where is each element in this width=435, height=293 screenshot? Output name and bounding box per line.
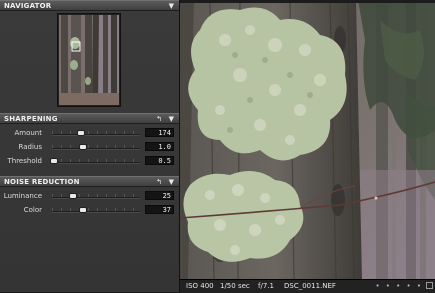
luminance-value[interactable]: 25 [145, 191, 174, 200]
filename-readout: DSC_0011.NEF [284, 282, 336, 290]
threshold-slider[interactable] [52, 162, 140, 164]
triangle-down-icon[interactable]: ▼ [169, 1, 174, 11]
amount-label: Amount [14, 129, 42, 137]
luminance-slider[interactable] [52, 197, 140, 199]
color-value[interactable]: 37 [145, 205, 174, 214]
triangle-down-icon[interactable]: ▼ [169, 177, 174, 187]
aperture-readout: f/7.1 [258, 282, 274, 290]
photo-lichen-on-tree [180, 0, 435, 280]
triangle-down-icon[interactable]: ▼ [169, 114, 174, 124]
thumbnail-image [59, 15, 119, 105]
viewer-top-border [180, 0, 435, 3]
color-slider[interactable] [52, 211, 140, 213]
navigator-header[interactable]: NAVIGATOR ▼ [0, 0, 179, 11]
radius-slider[interactable] [52, 148, 140, 150]
noise-reduction-title: NOISE REDUCTION [4, 178, 80, 186]
navigator-title: NAVIGATOR [4, 2, 52, 10]
reset-arrow-icon[interactable]: ↰ [156, 177, 162, 187]
amount-value[interactable]: 174 [145, 128, 174, 137]
status-bar: ISO 400 1/50 sec f/7.1 DSC_0011.NEF • • … [180, 279, 435, 293]
app-window: NAVIGATOR ▼ SHARPENING ↰ ▼ Amount 174 Ra… [0, 0, 435, 293]
rating-dots[interactable]: • • • • • [375, 283, 423, 290]
shutter-readout: 1/50 sec [220, 282, 250, 290]
square-icon[interactable] [426, 282, 433, 289]
luminance-label: Luminance [3, 192, 42, 200]
adjustments-panel: NAVIGATOR ▼ SHARPENING ↰ ▼ Amount 174 Ra… [0, 0, 180, 292]
radius-label: Radius [18, 143, 42, 151]
luminance-slider-knob[interactable] [70, 194, 76, 198]
threshold-slider-knob[interactable] [51, 159, 57, 163]
noise-reduction-header[interactable]: NOISE REDUCTION ↰ ▼ [0, 176, 179, 187]
sharpening-header[interactable]: SHARPENING ↰ ▼ [0, 113, 179, 124]
iso-readout: ISO 400 [186, 282, 214, 290]
navigator-thumbnail[interactable] [57, 13, 121, 107]
amount-slider-knob[interactable] [78, 131, 84, 135]
color-label: Color [23, 206, 42, 214]
threshold-value[interactable]: 0.5 [145, 156, 174, 165]
reset-arrow-icon[interactable]: ↰ [156, 114, 162, 124]
sharpening-title: SHARPENING [4, 115, 58, 123]
radius-slider-knob[interactable] [80, 145, 86, 149]
amount-slider[interactable] [52, 134, 140, 136]
threshold-label: Threshold [7, 157, 43, 165]
color-slider-knob[interactable] [80, 208, 86, 212]
image-viewer[interactable] [180, 0, 435, 280]
radius-value[interactable]: 1.0 [145, 142, 174, 151]
